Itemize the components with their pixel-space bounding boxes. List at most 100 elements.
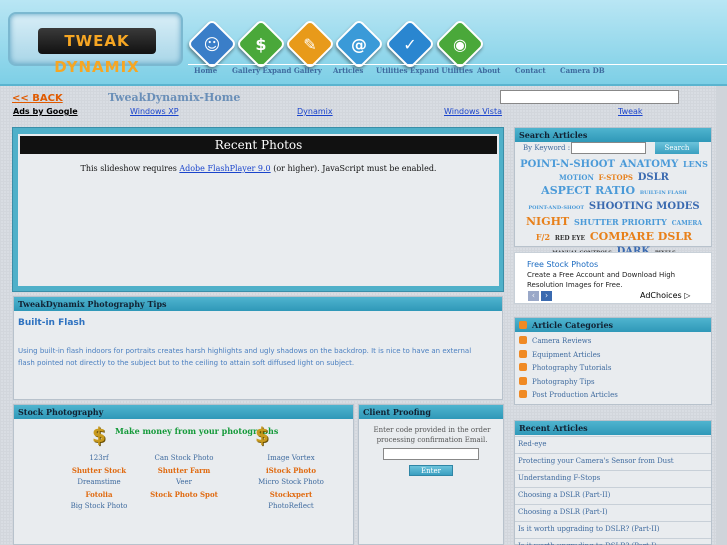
category-equipment-articles[interactable]: Equipment Articles [519,350,601,359]
about-icon[interactable]: ✓ [384,18,436,70]
recent-article-link[interactable]: Is it worth upgrading to DSLR? (Part-I) [515,538,711,545]
search-button[interactable]: Search [655,142,699,154]
flash-message-text: This slideshow requires [80,164,180,173]
back-link[interactable]: << BACK [12,93,63,104]
nav-articles[interactable]: Articles [333,66,363,75]
tag-link[interactable]: POINT-AND-SHOOT [528,202,584,215]
articles-icon[interactable]: ✎ [284,18,336,70]
nav-gallery[interactable]: Gallery Expand Gallery [232,66,322,75]
proofing-code-input[interactable] [383,448,479,460]
keyword-input[interactable] [571,142,646,154]
camera-icon[interactable]: ◉ [434,18,486,70]
top-search-input[interactable] [500,90,679,104]
dollar-icon: $ [92,423,106,447]
tag-link[interactable]: F-STOPS [599,171,633,184]
nav-utilities[interactable]: Utilities Expand Utilities [376,66,473,75]
ad-next-icon[interactable]: › [541,291,552,301]
client-proofing-panel: Client Proofing Enter code provided in t… [358,404,504,545]
recent-article-link[interactable]: Is it worth upgrading to DSLR? (Part-II) [515,521,711,538]
tag-link[interactable]: DSLR [638,171,669,184]
category-label: Camera Reviews [532,337,592,345]
scrollbar[interactable] [716,86,727,545]
article-categories-panel: Article Categories Camera Reviews Equipm… [514,317,712,405]
stock-site-link[interactable]: Can Stock Photo [129,454,239,462]
nav-camera-db[interactable]: Camera DB [560,66,605,75]
ad-link-windows-xp[interactable]: Windows XP [130,107,179,116]
tag-link[interactable]: NIGHT [526,215,569,228]
home-icon[interactable]: ☺ [186,18,238,70]
search-panel-title: Search Articles [515,128,711,142]
gallery-icon[interactable]: $ [235,18,287,70]
keyword-label: By Keyword : [523,144,571,152]
tag-link[interactable]: RED EYE [555,232,585,245]
tag-link[interactable]: LENS [683,158,708,171]
logo-text: TWEAK DYNAMIX [38,28,156,76]
dollar-icon: $ [255,423,269,447]
tag-link[interactable]: ANATOMY [620,158,678,171]
enter-button[interactable]: Enter [409,465,453,476]
utilities-icon[interactable]: @ [333,18,385,70]
recent-article-link[interactable]: Choosing a DSLR (Part-II) [515,487,711,504]
stock-site-link[interactable]: Big Stock Photo [44,502,154,510]
adchoices-link[interactable]: AdChoices ▷ [640,291,690,300]
tag-link[interactable]: MOTION [559,171,594,184]
tag-link[interactable]: F/2 [536,231,550,244]
category-photography-tutorials[interactable]: Photography Tutorials [519,363,611,372]
ad-panel: Free Stock Photos Create a Free Account … [514,252,712,304]
proofing-panel-title: Client Proofing [359,405,503,419]
nav-about[interactable]: About [477,66,500,75]
ad-text: Create a Free Account and Download High … [527,271,676,289]
category-label: Post Production Articles [532,391,618,399]
logo[interactable]: TWEAK DYNAMIX [8,12,183,76]
stock-site-link[interactable]: Shutter Farm [129,466,239,475]
rss-icon [519,363,527,371]
recent-article-link[interactable]: Choosing a DSLR (Part-I) [515,504,711,521]
tag-link[interactable]: SHUTTER PRIORITY [574,216,667,229]
category-photography-tips[interactable]: Photography Tips [519,377,595,386]
ad-prev-icon[interactable]: ‹ [528,291,539,301]
flash-message: This slideshow requires Adobe FlashPlaye… [18,164,499,173]
tag-link[interactable]: CAMERA [672,217,702,230]
nav-home[interactable]: Home [194,66,217,75]
recent-panel-title: Recent Articles [515,421,711,435]
flash-player-link[interactable]: Adobe FlashPlayer 9.0 [179,164,270,173]
recent-article-link[interactable]: Understanding F-Stops [515,470,711,487]
stock-site-link[interactable]: PhotoReflect [236,502,346,510]
stock-photography-panel: Stock Photography $ Make money from your… [13,404,354,545]
tag-link[interactable]: BUILT-IN FLASH [640,187,687,200]
flash-message-suffix: (or higher). JavaScript must be enabled. [270,164,437,173]
rss-icon [519,390,527,398]
tag-link[interactable]: SHOOTING MODES [589,200,700,213]
ads-by-google-label[interactable]: Ads by Google [13,107,78,116]
recent-article-link[interactable]: Red-eye [515,436,711,453]
categories-title-text: Article Categories [532,320,614,330]
money-headline: Make money from your photographs [115,426,279,436]
ad-link-dynamix[interactable]: Dynamix [297,107,333,116]
ad-link-tweak[interactable]: Tweak [618,107,643,116]
photography-tips-panel: TweakDynamix Photography Tips Built-in F… [13,296,503,400]
tag-link[interactable]: ASPECT RATIO [541,184,635,197]
stock-site-link[interactable]: iStock Photo [236,466,346,475]
category-camera-reviews[interactable]: Camera Reviews [519,336,591,345]
categories-panel-title: Article Categories [515,318,711,332]
nav-contact[interactable]: Contact [515,66,546,75]
ads-bar: Ads by Google Windows XP Dynamix Windows… [10,106,710,118]
category-post-production[interactable]: Post Production Articles [519,390,618,399]
stock-site-link[interactable]: Image Vortex [236,454,346,462]
proofing-instructions: Enter code provided in the order process… [373,426,491,444]
category-label: Equipment Articles [532,351,601,359]
rss-icon [519,350,527,358]
tag-link[interactable]: POINT-N-SHOOT [520,158,615,171]
tag-link[interactable]: COMPARE DSLR [590,230,692,243]
stock-site-link[interactable]: Stock Photo Spot [129,490,239,499]
site-header: TWEAK DYNAMIX ☺ $ ✎ @ ✓ ◉ Home Gallery E… [0,0,727,86]
recent-article-link[interactable]: Protecting your Camera's Sensor from Dus… [515,453,711,470]
ad-link-windows-vista[interactable]: Windows Vista [444,107,502,116]
ad-title[interactable]: Free Stock Photos [527,260,598,269]
search-articles-panel: Search Articles By Keyword : Search POIN… [514,127,712,272]
recent-articles-panel: Recent Articles Red-eye Protecting your C… [514,420,712,545]
stock-site-link[interactable]: Veer [129,478,239,486]
rss-icon [519,377,527,385]
stock-site-link[interactable]: Stockxpert [236,490,346,499]
stock-site-link[interactable]: Micro Stock Photo [236,478,346,486]
